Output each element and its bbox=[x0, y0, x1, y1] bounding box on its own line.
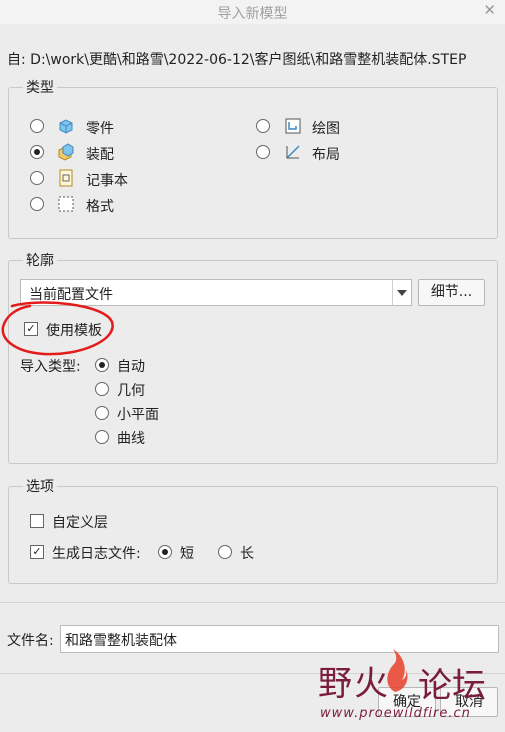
assembly-icon bbox=[58, 143, 74, 161]
type-label-layout: 布局 bbox=[312, 147, 340, 163]
drawing-icon bbox=[285, 118, 301, 134]
divider bbox=[0, 602, 505, 603]
log-file-checkbox[interactable]: ✓ bbox=[30, 545, 44, 559]
import-type-radio-geometry[interactable] bbox=[95, 382, 109, 396]
log-radio-long[interactable] bbox=[218, 545, 232, 559]
custom-layer-checkbox[interactable] bbox=[30, 514, 44, 528]
type-label-notebook: 记事本 bbox=[86, 173, 128, 189]
title-bar: 导入新模型 ✕ bbox=[0, 0, 505, 24]
type-radio-format[interactable] bbox=[30, 197, 44, 211]
import-type-label-geometry: 几何 bbox=[117, 383, 145, 399]
source-path-row: 自: D:\work\更酷\和路雪\2022-06-12\客户图纸\和路雪整机装… bbox=[7, 49, 466, 69]
chevron-down-icon[interactable] bbox=[392, 280, 411, 305]
type-radio-notebook[interactable] bbox=[30, 171, 44, 185]
source-path: D:\work\更酷\和路雪\2022-06-12\客户图纸\和路雪整机装配体.… bbox=[30, 52, 467, 68]
type-radio-drawing[interactable] bbox=[256, 119, 270, 133]
profile-group-title: 轮廓 bbox=[23, 250, 57, 270]
type-label-part: 零件 bbox=[86, 121, 114, 137]
import-type-radio-curve[interactable] bbox=[95, 430, 109, 444]
watermark: 野火 论坛 www.proewildfire.cn bbox=[318, 648, 505, 728]
type-label-format: 格式 bbox=[86, 199, 114, 215]
import-type-label-curve: 曲线 bbox=[117, 431, 145, 447]
log-label-long: 长 bbox=[240, 546, 254, 562]
layout-icon bbox=[286, 145, 300, 159]
import-type-radio-facet[interactable] bbox=[95, 406, 109, 420]
type-group-title: 类型 bbox=[23, 77, 57, 97]
part-icon bbox=[59, 119, 73, 134]
notebook-icon bbox=[59, 169, 73, 187]
log-radio-short[interactable] bbox=[158, 545, 172, 559]
type-radio-assembly[interactable] bbox=[30, 145, 44, 159]
close-icon[interactable]: ✕ bbox=[483, 1, 496, 19]
options-group-title: 选项 bbox=[23, 476, 57, 496]
custom-layer-label: 自定义层 bbox=[52, 515, 108, 531]
options-group: 选项 bbox=[8, 476, 498, 584]
window-title: 导入新模型 bbox=[217, 6, 288, 22]
annotation-circle bbox=[1, 301, 114, 356]
log-file-label: 生成日志文件: bbox=[52, 546, 141, 562]
source-label: 自: bbox=[7, 52, 26, 68]
import-type-radio-auto[interactable] bbox=[95, 358, 109, 372]
watermark-url: www.proewildfire.cn bbox=[320, 706, 471, 721]
type-label-drawing: 绘图 bbox=[312, 121, 340, 137]
details-button[interactable]: 细节... bbox=[418, 279, 485, 306]
type-radio-part[interactable] bbox=[30, 119, 44, 133]
filename-value: 和路雪整机装配体 bbox=[65, 633, 177, 649]
type-group: 类型 bbox=[8, 77, 498, 239]
type-label-assembly: 装配 bbox=[86, 147, 114, 163]
flame-icon bbox=[387, 649, 408, 692]
log-label-short: 短 bbox=[180, 546, 194, 562]
format-icon bbox=[58, 196, 74, 212]
type-radio-layout[interactable] bbox=[256, 145, 270, 159]
import-type-label-auto: 自动 bbox=[117, 359, 145, 375]
filename-label: 文件名: bbox=[7, 633, 54, 649]
watermark-text-right: 论坛 bbox=[418, 666, 486, 706]
import-type-label-facet: 小平面 bbox=[117, 407, 159, 423]
